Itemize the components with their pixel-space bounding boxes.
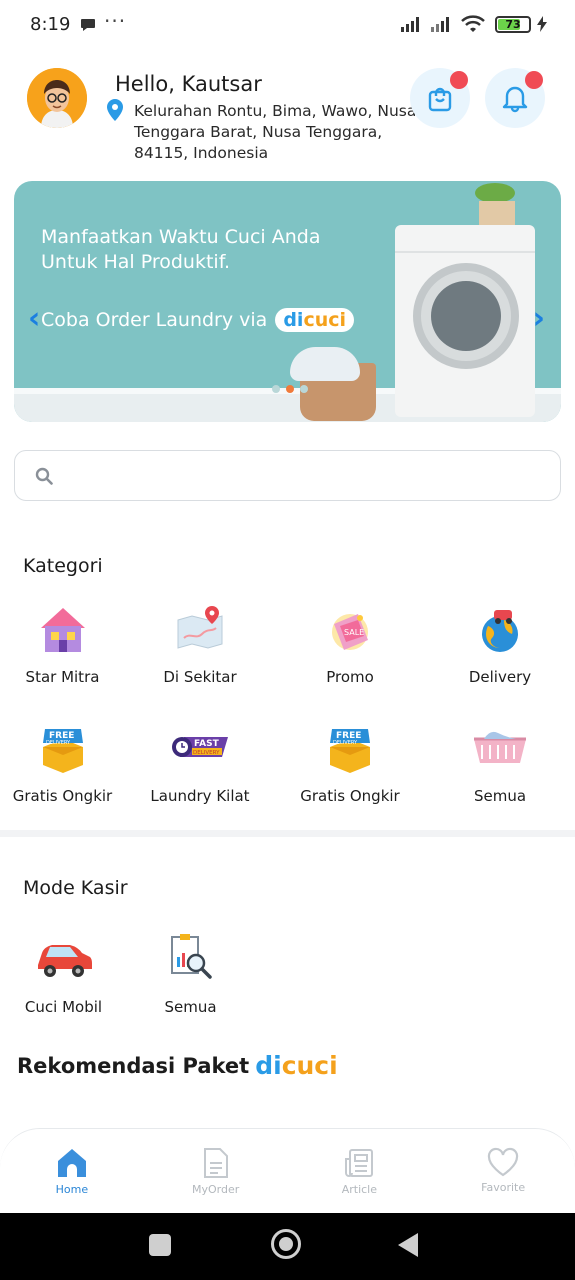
map-icon (170, 600, 230, 660)
banner-prev-arrow[interactable]: ‹ (28, 301, 40, 336)
greeting: Hello, Kautsar (115, 72, 262, 96)
nav-article[interactable]: Article (304, 1147, 414, 1213)
plant-illustration (475, 183, 515, 203)
category-laundry-kilat[interactable]: FAST DELIVERY Laundry Kilat (125, 719, 275, 838)
svg-text:DELIVERY: DELIVERY (46, 740, 71, 746)
battery-icon: 73 (495, 15, 531, 33)
washing-machine-illustration (395, 225, 535, 417)
pager-dot[interactable] (272, 385, 280, 393)
dicuci-logo: dicuci (255, 1051, 338, 1080)
notification-button[interactable] (485, 68, 545, 128)
status-time: 8:19 (30, 14, 71, 35)
header: Hello, Kautsar Kelurahan Rontu, Bima, Wa… (0, 66, 575, 166)
category-di-sekitar[interactable]: Di Sekitar (125, 600, 275, 719)
avatar[interactable] (27, 68, 87, 128)
bell-icon (502, 86, 528, 113)
notification-badge (525, 71, 543, 89)
free-delivery-box-icon: FREE DELIVERY (33, 719, 93, 779)
category-delivery[interactable]: Delivery (425, 600, 575, 719)
bottom-navigation: Home MyOrder Article Favorite (0, 1128, 575, 1213)
category-semua[interactable]: Semua (425, 719, 575, 838)
globe-delivery-icon (470, 600, 530, 660)
category-gratis-ongkir[interactable]: FREE DELIVERY Gratis Ongkir (0, 719, 125, 838)
svg-text:DELIVERY: DELIVERY (333, 740, 358, 746)
search-bar[interactable] (14, 450, 561, 501)
section-divider (0, 830, 575, 837)
more-notifications-icon: ··· (104, 9, 127, 33)
pager-dot[interactable] (286, 385, 294, 393)
kasir-cuci-mobil[interactable]: Cuci Mobil (0, 928, 127, 1016)
banner-cta: Coba Order Laundry via dicuci (41, 308, 355, 332)
pager-dot[interactable] (300, 385, 308, 393)
category-gratis-ongkir-2[interactable]: FREE DELIVERY Gratis Ongkir (275, 719, 425, 838)
system-home-button[interactable] (271, 1229, 301, 1259)
article-icon (345, 1149, 374, 1177)
system-navigation-bar (0, 1213, 575, 1280)
cart-button[interactable] (410, 68, 470, 128)
system-back-button[interactable] (398, 1233, 418, 1257)
nav-favorite[interactable]: Favorite (448, 1147, 558, 1213)
kasir-grid: Cuci Mobil Semua (0, 928, 254, 1016)
category-promo[interactable]: SALE Promo (275, 600, 425, 719)
shopping-bag-icon (428, 87, 452, 112)
cart-badge (450, 71, 468, 89)
car-icon (34, 928, 94, 988)
document-icon (203, 1148, 228, 1178)
kategori-grid: Star Mitra Di Sekitar SALE Promo Deliver… (0, 600, 575, 838)
free-delivery-box-icon: FREE DELIVERY (320, 719, 380, 779)
chat-bubble-icon (80, 17, 96, 36)
search-input[interactable] (63, 455, 560, 496)
category-star-mitra[interactable]: Star Mitra (0, 600, 125, 719)
heart-icon (488, 1147, 519, 1177)
kategori-title: Kategori (23, 555, 103, 577)
battery-level: 73 (505, 17, 521, 31)
banner-next-arrow[interactable]: › (533, 301, 545, 336)
status-bar: 8:19 ··· 73 (0, 0, 575, 52)
status-indicators: 73 (401, 15, 547, 33)
report-search-icon (161, 928, 221, 988)
address: Kelurahan Rontu, Bima, Wawo, Nusa Tengga… (134, 102, 417, 162)
mode-kasir-title: Mode Kasir (23, 877, 128, 899)
nav-myorder[interactable]: MyOrder (161, 1147, 271, 1213)
fast-delivery-icon: FAST DELIVERY (170, 719, 230, 779)
signal-icon (401, 16, 419, 32)
promo-banner[interactable]: Manfaatkan Waktu Cuci Anda Untuk Hal Pro… (14, 181, 561, 422)
charging-icon (537, 16, 547, 32)
dicuci-logo: dicuci (275, 308, 355, 332)
signal-icon-2 (431, 16, 449, 32)
house-icon (33, 600, 93, 660)
nav-home[interactable]: Home (17, 1147, 127, 1213)
search-icon (35, 467, 53, 485)
recent-apps-button[interactable] (149, 1234, 171, 1256)
rekomendasi-title: Rekomendasi Paket dicuci (17, 1051, 338, 1080)
home-icon (57, 1149, 86, 1177)
banner-pager (272, 385, 308, 393)
location-pin-icon (107, 99, 123, 125)
sale-tag-icon: SALE (320, 600, 380, 660)
svg-text:FAST: FAST (194, 739, 220, 749)
svg-text:SALE: SALE (344, 628, 364, 637)
wifi-icon (461, 15, 485, 32)
kasir-semua[interactable]: Semua (127, 928, 254, 1016)
banner-headline: Manfaatkan Waktu Cuci Anda Untuk Hal Pro… (41, 226, 321, 273)
svg-text:DELIVERY: DELIVERY (193, 750, 220, 756)
laundry-basket-icon (470, 719, 530, 779)
